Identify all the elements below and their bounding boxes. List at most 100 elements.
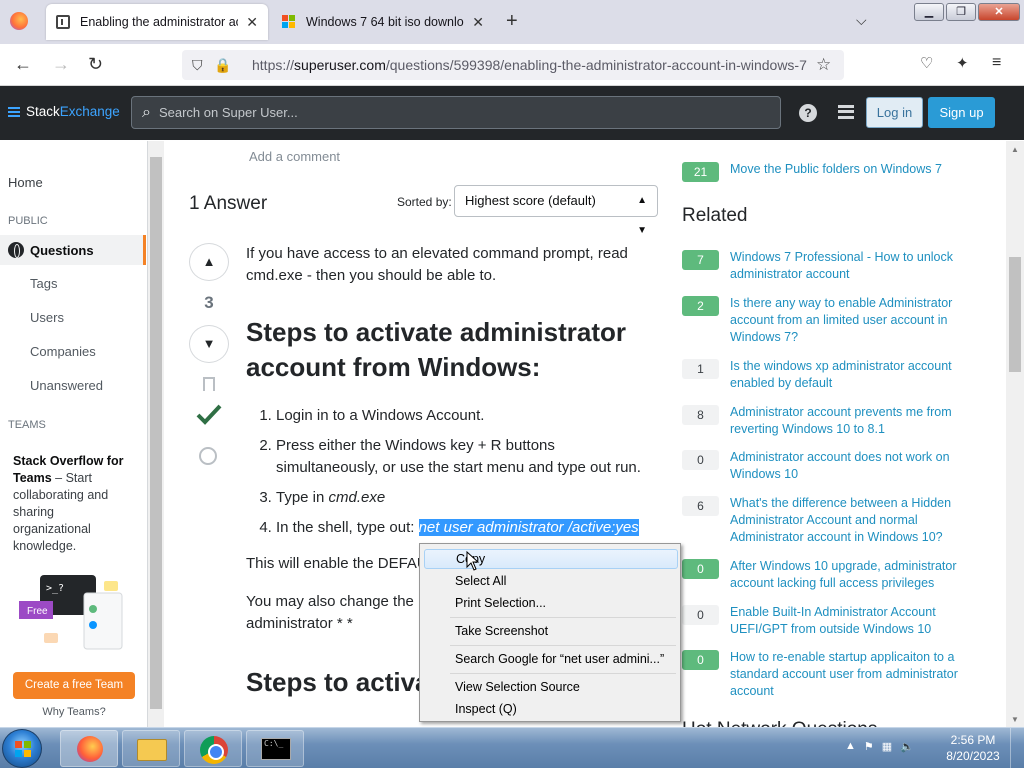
related-question[interactable]: 0 Administrator account does not work on … [682, 449, 982, 483]
menu-hamburger-icon[interactable]: ≡ [992, 54, 1001, 72]
related-question[interactable]: 2 Is there any way to enable Administrato… [682, 295, 982, 346]
related-question[interactable]: 8 Administrator account prevents me from … [682, 404, 982, 438]
new-tab-icon[interactable]: + [506, 10, 518, 33]
taskbar-cmd[interactable]: C:\_ [246, 730, 304, 767]
menu-separator [450, 673, 676, 674]
menu-item-copy[interactable]: Copy [424, 549, 678, 569]
mouse-cursor-icon [466, 551, 480, 571]
related-question[interactable]: 0 How to re-enable startup applicaiton to… [682, 649, 982, 700]
score-badge: 7 [682, 250, 719, 270]
site-search-input[interactable]: ⌕ Search on Super User... [131, 96, 781, 129]
upvote-button[interactable]: ▲ [189, 243, 229, 281]
right-sidebar: 21 Move the Public folders on Windows 7 … [682, 141, 1006, 727]
firefox-icon [77, 736, 103, 762]
back-arrow-icon[interactable]: ← [14, 54, 32, 75]
linked-question[interactable]: 21 Move the Public folders on Windows 7 [682, 161, 982, 182]
downvote-button[interactable]: ▼ [189, 325, 229, 363]
question-link[interactable]: Administrator account prevents me from r… [730, 404, 982, 438]
score-badge: 21 [682, 162, 719, 182]
pocket-icon[interactable]: ♡ [920, 54, 933, 72]
nav-questions[interactable]: Questions [0, 235, 146, 265]
history-icon[interactable] [199, 447, 217, 465]
firefox-icon[interactable] [10, 12, 28, 30]
signup-button[interactable]: Sign up [928, 97, 995, 128]
create-free-team-button[interactable]: Create a free Team [13, 672, 135, 699]
window-controls: ▁ ❐ ✕ [914, 3, 1020, 21]
score-badge: 8 [682, 405, 719, 425]
question-link[interactable]: Is there any way to enable Administrator… [730, 295, 982, 346]
question-link[interactable]: Windows 7 Professional - How to unlock a… [730, 249, 982, 283]
action-center-flag-icon[interactable]: ⚑ [864, 740, 874, 753]
related-question[interactable]: 6 What's the difference between a Hidden … [682, 495, 982, 546]
login-button[interactable]: Log in [866, 97, 923, 128]
reload-icon[interactable]: ↻ [88, 54, 103, 75]
question-link[interactable]: Administrator account does not work on W… [730, 449, 982, 483]
start-button[interactable] [2, 729, 42, 768]
address-bar[interactable]: ⛉ 🔒 https://superuser.com/questions/5993… [182, 50, 844, 80]
show-desktop-button[interactable] [1010, 728, 1024, 768]
scroll-down-icon[interactable]: ▼ [1011, 715, 1019, 724]
extensions-icon[interactable]: ✦ [956, 54, 969, 72]
question-link[interactable]: After Windows 10 upgrade, administrator … [730, 558, 982, 592]
score-badge: 6 [682, 496, 719, 516]
scrollbar-thumb[interactable] [150, 157, 162, 709]
shield-icon[interactable]: ⛉ [192, 57, 214, 74]
site-switcher-icon[interactable] [838, 105, 854, 119]
bookmark-star-icon[interactable]: ☆ [816, 55, 844, 75]
score-badge: 1 [682, 359, 719, 379]
answer-count-heading: 1 Answer [189, 193, 268, 214]
taskbar-chrome[interactable] [184, 730, 242, 767]
scrollbar-thumb[interactable] [1009, 257, 1021, 372]
score-badge: 0 [682, 559, 719, 579]
forward-arrow-icon[interactable]: → [52, 54, 70, 75]
close-window-icon[interactable]: ✕ [978, 3, 1020, 21]
question-link[interactable]: What's the difference between a Hidden A… [730, 495, 982, 546]
tab-windows-iso[interactable]: Windows 7 64 bit iso download ✕ [272, 4, 494, 40]
bookmark-icon[interactable] [203, 377, 215, 391]
maximize-icon[interactable]: ❐ [946, 3, 976, 21]
question-link[interactable]: How to re-enable startup applicaiton to … [730, 649, 982, 700]
why-teams-link[interactable]: Why Teams? [0, 706, 148, 718]
sort-dropdown[interactable]: Highest score (default) ▲ ▼ [454, 185, 658, 236]
taskbar-explorer[interactable] [122, 730, 180, 767]
tab-superuser[interactable]: Enabling the administrator acco ✕ [46, 4, 268, 40]
arrow-up-icon: ▲ [202, 254, 216, 269]
volume-icon[interactable]: 🔈 [900, 740, 914, 753]
question-link[interactable]: Is the windows xp administrator account … [730, 358, 982, 392]
question-link[interactable]: Enable Built-In Administrator Account UE… [730, 604, 982, 638]
scroll-up-icon[interactable]: ▲ [1011, 145, 1019, 154]
left-sidebar-scrollbar[interactable] [148, 141, 164, 727]
menu-item-view-selection-source[interactable]: View Selection Source [424, 677, 678, 697]
close-tab-icon[interactable]: ✕ [246, 14, 258, 31]
lock-icon[interactable]: 🔒 [214, 57, 236, 74]
related-question[interactable]: 1 Is the windows xp administrator account… [682, 358, 982, 392]
minimize-icon[interactable]: ▁ [914, 3, 944, 21]
system-clock[interactable]: 2:56 PM 8/20/2023 [940, 732, 1006, 764]
related-question[interactable]: 0 After Windows 10 upgrade, administrator… [682, 558, 982, 592]
menu-item-inspect[interactable]: Inspect (Q) [424, 699, 678, 719]
taskbar-firefox[interactable] [60, 730, 118, 767]
menu-item-print-selection[interactable]: Print Selection... [424, 593, 678, 613]
site-header: Stack Exchange ⌕ Search on Super User... … [0, 86, 1024, 140]
list-all-tabs-icon[interactable]: ⌵ [856, 12, 867, 29]
show-hidden-icons-icon[interactable]: ▲ [845, 740, 856, 753]
add-comment-link[interactable]: Add a comment [249, 149, 340, 164]
close-tab-icon[interactable]: ✕ [472, 14, 484, 31]
network-icon[interactable]: ▦ [882, 740, 892, 753]
left-sidebar: Home PUBLIC Questions Tags Users Compani… [0, 141, 148, 727]
score-badge: 0 [682, 650, 719, 670]
stackexchange-logo-icon [8, 106, 20, 117]
stackexchange-logo[interactable]: Stack Exchange [8, 104, 120, 119]
menu-item-select-all[interactable]: Select All [424, 571, 678, 591]
selected-command[interactable]: net user administrator /active:yes [418, 519, 639, 536]
related-question[interactable]: 0 Enable Built-In Administrator Account U… [682, 604, 982, 638]
nav-home[interactable]: Home [8, 175, 154, 190]
help-icon[interactable]: ? [799, 104, 817, 122]
related-question[interactable]: 7 Windows 7 Professional - How to unlock … [682, 249, 982, 283]
page-scrollbar[interactable]: ▲ ▼ [1006, 141, 1024, 727]
menu-item-search-google[interactable]: Search Google for “net user admini...” [424, 649, 678, 669]
browser-tab-bar: Enabling the administrator acco ✕ Window… [0, 0, 1024, 44]
question-link[interactable]: Move the Public folders on Windows 7 [730, 161, 942, 182]
menu-item-take-screenshot[interactable]: Take Screenshot [424, 621, 678, 641]
steps-list: Login in to a Windows Account. Press eit… [246, 405, 656, 539]
